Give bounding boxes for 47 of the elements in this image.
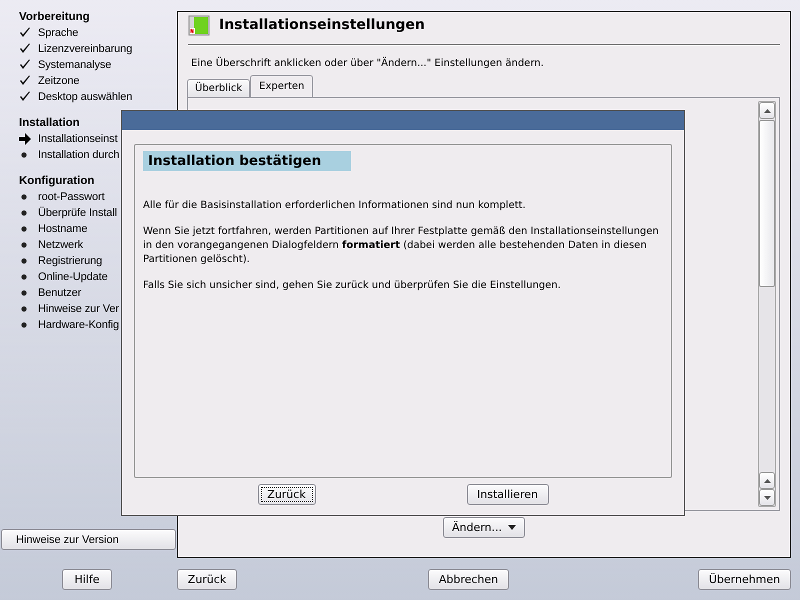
step-label: Registrierung bbox=[38, 255, 102, 267]
message-text: Alle für die Basisinstallation erforderlichen Informationen sind nun komplett. bbox=[143, 199, 527, 213]
section-heading: Konfiguration bbox=[19, 174, 96, 189]
instruction-text: Eine Überschrift anklicken oder über "Ändern..." Einstellungen ändern. bbox=[191, 58, 545, 71]
check-icon bbox=[19, 27, 31, 39]
step-label: Netzwerk bbox=[38, 239, 84, 251]
step-label: Systemanalyse bbox=[38, 59, 112, 71]
tab[interactable]: Überblick bbox=[187, 79, 250, 97]
step-label: Hostname bbox=[38, 223, 88, 235]
message-text: Falls Sie sich unsicher sind, gehen Sie zurück und überprüfen Sie die Einstellungen. bbox=[143, 279, 562, 293]
release-notes-button[interactable]: Hinweise zur Version bbox=[1, 529, 176, 550]
dialog-button[interactable]: Zurück bbox=[258, 484, 316, 505]
step-label: Hardware-Konfig bbox=[38, 319, 120, 331]
section-heading: Installation bbox=[19, 116, 81, 131]
step-label: Installationseinst bbox=[38, 133, 118, 145]
step-label: Installation durch bbox=[38, 149, 120, 161]
dialog-button[interactable]: Installieren bbox=[466, 484, 548, 505]
arrow-icon bbox=[19, 133, 31, 145]
check-icon bbox=[19, 91, 31, 103]
dialog-heading: Installation bestätigen bbox=[143, 151, 352, 171]
step-label: root-Passwort bbox=[38, 191, 105, 203]
scroll-down-icon bbox=[764, 496, 770, 500]
panel-title: Installationseinstellungen bbox=[219, 17, 425, 33]
footer-button[interactable]: Zurück bbox=[177, 569, 237, 590]
check-icon bbox=[19, 75, 31, 87]
message-text: Wenn Sie jetzt fortfahren, werden Partitionen auf Ihrer Festplatte gemäß den Installationseinstellungen in den vorangegangenen Dialogfeldern formatiert (dabei werden alle bestehenden Daten in diesen Partitionen gelöscht). bbox=[143, 225, 660, 267]
step-label: Online-Update bbox=[38, 271, 108, 283]
scrollbar[interactable] bbox=[758, 101, 776, 507]
step-label: Hinweise zur Ver bbox=[38, 303, 119, 315]
step-label: Zeitzone bbox=[38, 75, 80, 87]
scroll-up-icon bbox=[764, 108, 770, 112]
scroll-up-icon bbox=[764, 478, 770, 482]
step-label: Lizenzvereinbarung bbox=[38, 43, 132, 55]
section-heading: Vorbereitung bbox=[19, 10, 91, 25]
check-icon bbox=[19, 43, 31, 55]
footer-button[interactable]: Abbrechen bbox=[428, 569, 509, 590]
caret-icon bbox=[508, 525, 516, 530]
installer-icon bbox=[188, 14, 210, 36]
step-label: Überprüfe Install bbox=[38, 207, 118, 219]
footer-button[interactable]: Hilfe bbox=[62, 569, 112, 590]
step-label: Benutzer bbox=[38, 287, 82, 299]
check-icon bbox=[19, 59, 31, 71]
tab[interactable]: Experten bbox=[250, 75, 314, 97]
step-label: Sprache bbox=[38, 27, 78, 39]
change-button[interactable]: Ändern... bbox=[443, 517, 525, 538]
step-label: Desktop auswählen bbox=[38, 91, 132, 103]
footer-button[interactable]: Übernehmen bbox=[698, 569, 791, 590]
